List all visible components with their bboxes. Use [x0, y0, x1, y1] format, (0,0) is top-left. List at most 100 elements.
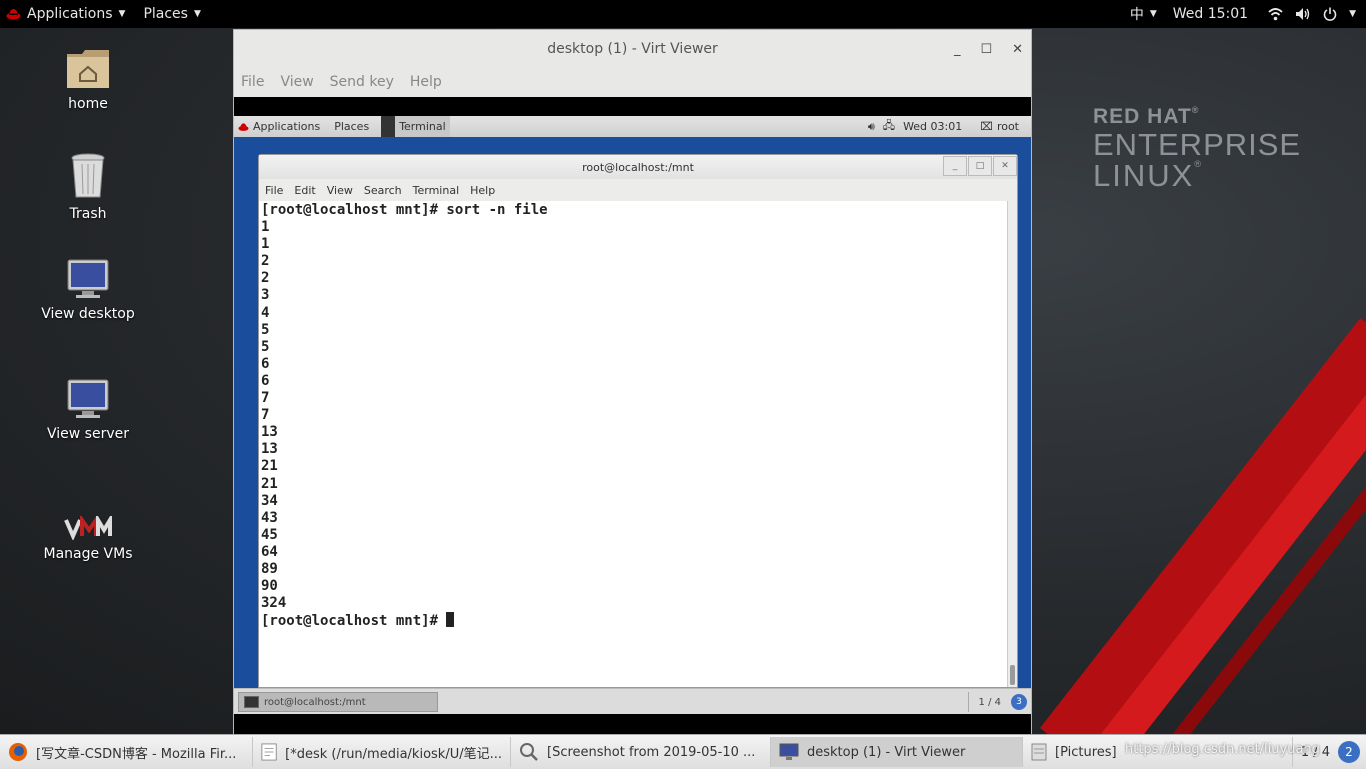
terminal-menu-file[interactable]: File — [265, 184, 283, 197]
applications-menu[interactable]: Applications ▼ — [6, 0, 125, 28]
places-label: Places — [143, 6, 188, 22]
input-method-menu[interactable]: 中 ▼ — [1130, 0, 1157, 28]
menu-send-key[interactable]: Send key — [330, 74, 394, 90]
menu-view[interactable]: View — [280, 74, 313, 90]
chevron-down-icon: ▼ — [1349, 9, 1356, 19]
system-menu[interactable]: ▼ — [1268, 0, 1356, 28]
home-label: home — [68, 96, 108, 112]
task-screenshot-viewer[interactable]: [Screenshot from 2019-05-10 ... — [511, 737, 771, 767]
guest-clock: Wed 03:01 — [903, 120, 963, 133]
monitor-icon — [779, 743, 799, 760]
menu-file[interactable]: File — [241, 74, 264, 90]
window-titlebar[interactable]: desktop (1) - Virt Viewer _ ☐ ✕ — [234, 30, 1031, 68]
prompt: [root@localhost mnt]# — [261, 613, 447, 630]
guest-notification-badge[interactable]: 3 — [1011, 694, 1027, 710]
terminal-maximize-button[interactable]: □ — [968, 156, 992, 176]
home-folder-icon — [67, 50, 109, 88]
volume-icon: 🔊︎ — [867, 119, 875, 133]
terminal-menu-help[interactable]: Help — [470, 184, 495, 197]
terminal-icon — [244, 696, 259, 708]
monitor-icon — [67, 379, 109, 418]
output-line: 21 — [261, 458, 278, 475]
terminal-scrollbar[interactable] — [1007, 201, 1017, 687]
task-label: [Screenshot from 2019-05-10 ... — [547, 744, 756, 760]
output-line: 1 — [261, 219, 270, 236]
task-virt-viewer[interactable]: desktop (1) - Virt Viewer — [771, 737, 1023, 767]
task-label: [Pictures] — [1055, 744, 1117, 760]
prompt-line: [root@localhost mnt]# — [261, 612, 1007, 630]
places-menu[interactable]: Places ▼ — [143, 0, 200, 28]
scrollbar-thumb[interactable] — [1010, 665, 1015, 685]
applications-label: Applications — [27, 6, 113, 22]
minimize-button[interactable]: _ — [954, 42, 961, 57]
desktop-icon-view-desktop[interactable]: View desktop — [18, 250, 158, 322]
top-bar: Applications ▼ Places ▼ 中 ▼ Wed 15:01 ▼ — [0, 0, 1366, 28]
trash-icon — [71, 153, 105, 198]
output-line: 13 — [261, 424, 278, 441]
task-label: [写文章-CSDN博客 - Mozilla Fir... — [36, 746, 237, 762]
network-icon: 🖧︎ — [882, 119, 896, 132]
desktop-icon-view-server[interactable]: View server — [18, 370, 158, 442]
desktop-icon-manage-vms[interactable]: Manage VMs — [18, 490, 158, 562]
terminal-title: root@localhost:/mnt — [582, 160, 694, 174]
output-line: 45 — [261, 526, 278, 543]
guest-task-terminal[interactable]: root@localhost:/mnt — [238, 692, 438, 712]
task-firefox[interactable]: [写文章-CSDN博客 - Mozilla Fir... — [0, 737, 253, 767]
guest-applications-menu[interactable]: Applications — [238, 120, 320, 133]
clock[interactable]: Wed 15:01 — [1173, 0, 1248, 28]
power-icon — [1323, 7, 1337, 21]
input-method-label: 中 — [1129, 7, 1144, 23]
viewer-menubar: File View Send key Help — [234, 68, 1031, 96]
guest-user-menu[interactable]: ⌧ root — [980, 120, 1019, 133]
output-line: 34 — [261, 492, 278, 509]
chevron-down-icon: ▼ — [193, 9, 201, 19]
virt-manager-icon — [64, 516, 112, 540]
guest-applications-label: Applications — [253, 120, 321, 133]
redhat-icon — [6, 9, 21, 20]
output-line: 7 — [261, 407, 270, 424]
terminal-menubar: File Edit View Search Terminal Help — [259, 179, 1017, 201]
terminal-menu-search[interactable]: Search — [364, 184, 402, 197]
trash-label: Trash — [69, 206, 107, 222]
output-line: 5 — [261, 321, 270, 338]
user-icon: ⌧ — [980, 120, 993, 133]
output-line: 4 — [261, 304, 270, 321]
guest-places-menu[interactable]: Places — [334, 120, 369, 133]
volume-icon — [1296, 8, 1310, 20]
task-label: [*desk (/run/media/kiosk/U/笔记... — [285, 746, 502, 762]
close-button[interactable]: ✕ — [1012, 42, 1023, 57]
chevron-down-icon: ▼ — [1149, 9, 1157, 19]
notification-badge[interactable]: 2 — [1338, 741, 1360, 763]
window-title: desktop (1) - Virt Viewer — [547, 41, 718, 57]
desktop-icon-trash[interactable]: Trash — [18, 150, 158, 222]
output-line: 64 — [261, 543, 278, 560]
virt-viewer-window: desktop (1) - Virt Viewer _ ☐ ✕ File Vie… — [233, 29, 1032, 734]
terminal-menu-view[interactable]: View — [327, 184, 353, 197]
menu-help[interactable]: Help — [410, 74, 442, 90]
terminal-menu-edit[interactable]: Edit — [294, 184, 315, 197]
desktop-icon-home[interactable]: home — [18, 40, 158, 112]
output-line: 89 — [261, 560, 278, 577]
terminal-menu-terminal[interactable]: Terminal — [413, 184, 460, 197]
red-stripe — [1040, 318, 1366, 734]
terminal-titlebar[interactable]: root@localhost:/mnt _ □ ✕ — [259, 155, 1017, 179]
guest-terminal-menu[interactable]: Terminal — [381, 116, 450, 137]
guest-display[interactable]: Applications Places Terminal 🔊︎ 🖧︎ Wed 0… — [234, 97, 1031, 734]
output-line: 6 — [261, 355, 270, 372]
terminal-minimize-button[interactable]: _ — [943, 156, 967, 176]
terminal-output[interactable]: [root@localhost mnt]# sort -n file 1 1 2 2 3 4… — [259, 201, 1007, 687]
output-line: 21 — [261, 475, 278, 492]
terminal-close-button[interactable]: ✕ — [993, 156, 1017, 176]
redhat-icon — [238, 122, 249, 131]
maximize-button[interactable]: ☐ — [980, 42, 992, 57]
output-line: 5 — [261, 338, 270, 355]
guest-status-area[interactable]: 🔊︎ 🖧︎ Wed 03:01 — [868, 117, 962, 136]
guest-taskbar: root@localhost:/mnt 1 / 4 3 — [234, 688, 1031, 714]
command-line: [root@localhost mnt]# sort -n file — [261, 202, 548, 218]
task-text-editor[interactable]: [*desk (/run/media/kiosk/U/笔记... — [253, 737, 511, 767]
output-line: 90 — [261, 578, 278, 595]
guest-workspace-pager[interactable]: 1 / 4 — [967, 692, 1011, 712]
output-line: 6 — [261, 372, 270, 389]
text-cursor — [446, 612, 455, 628]
view-desktop-label: View desktop — [41, 306, 135, 322]
